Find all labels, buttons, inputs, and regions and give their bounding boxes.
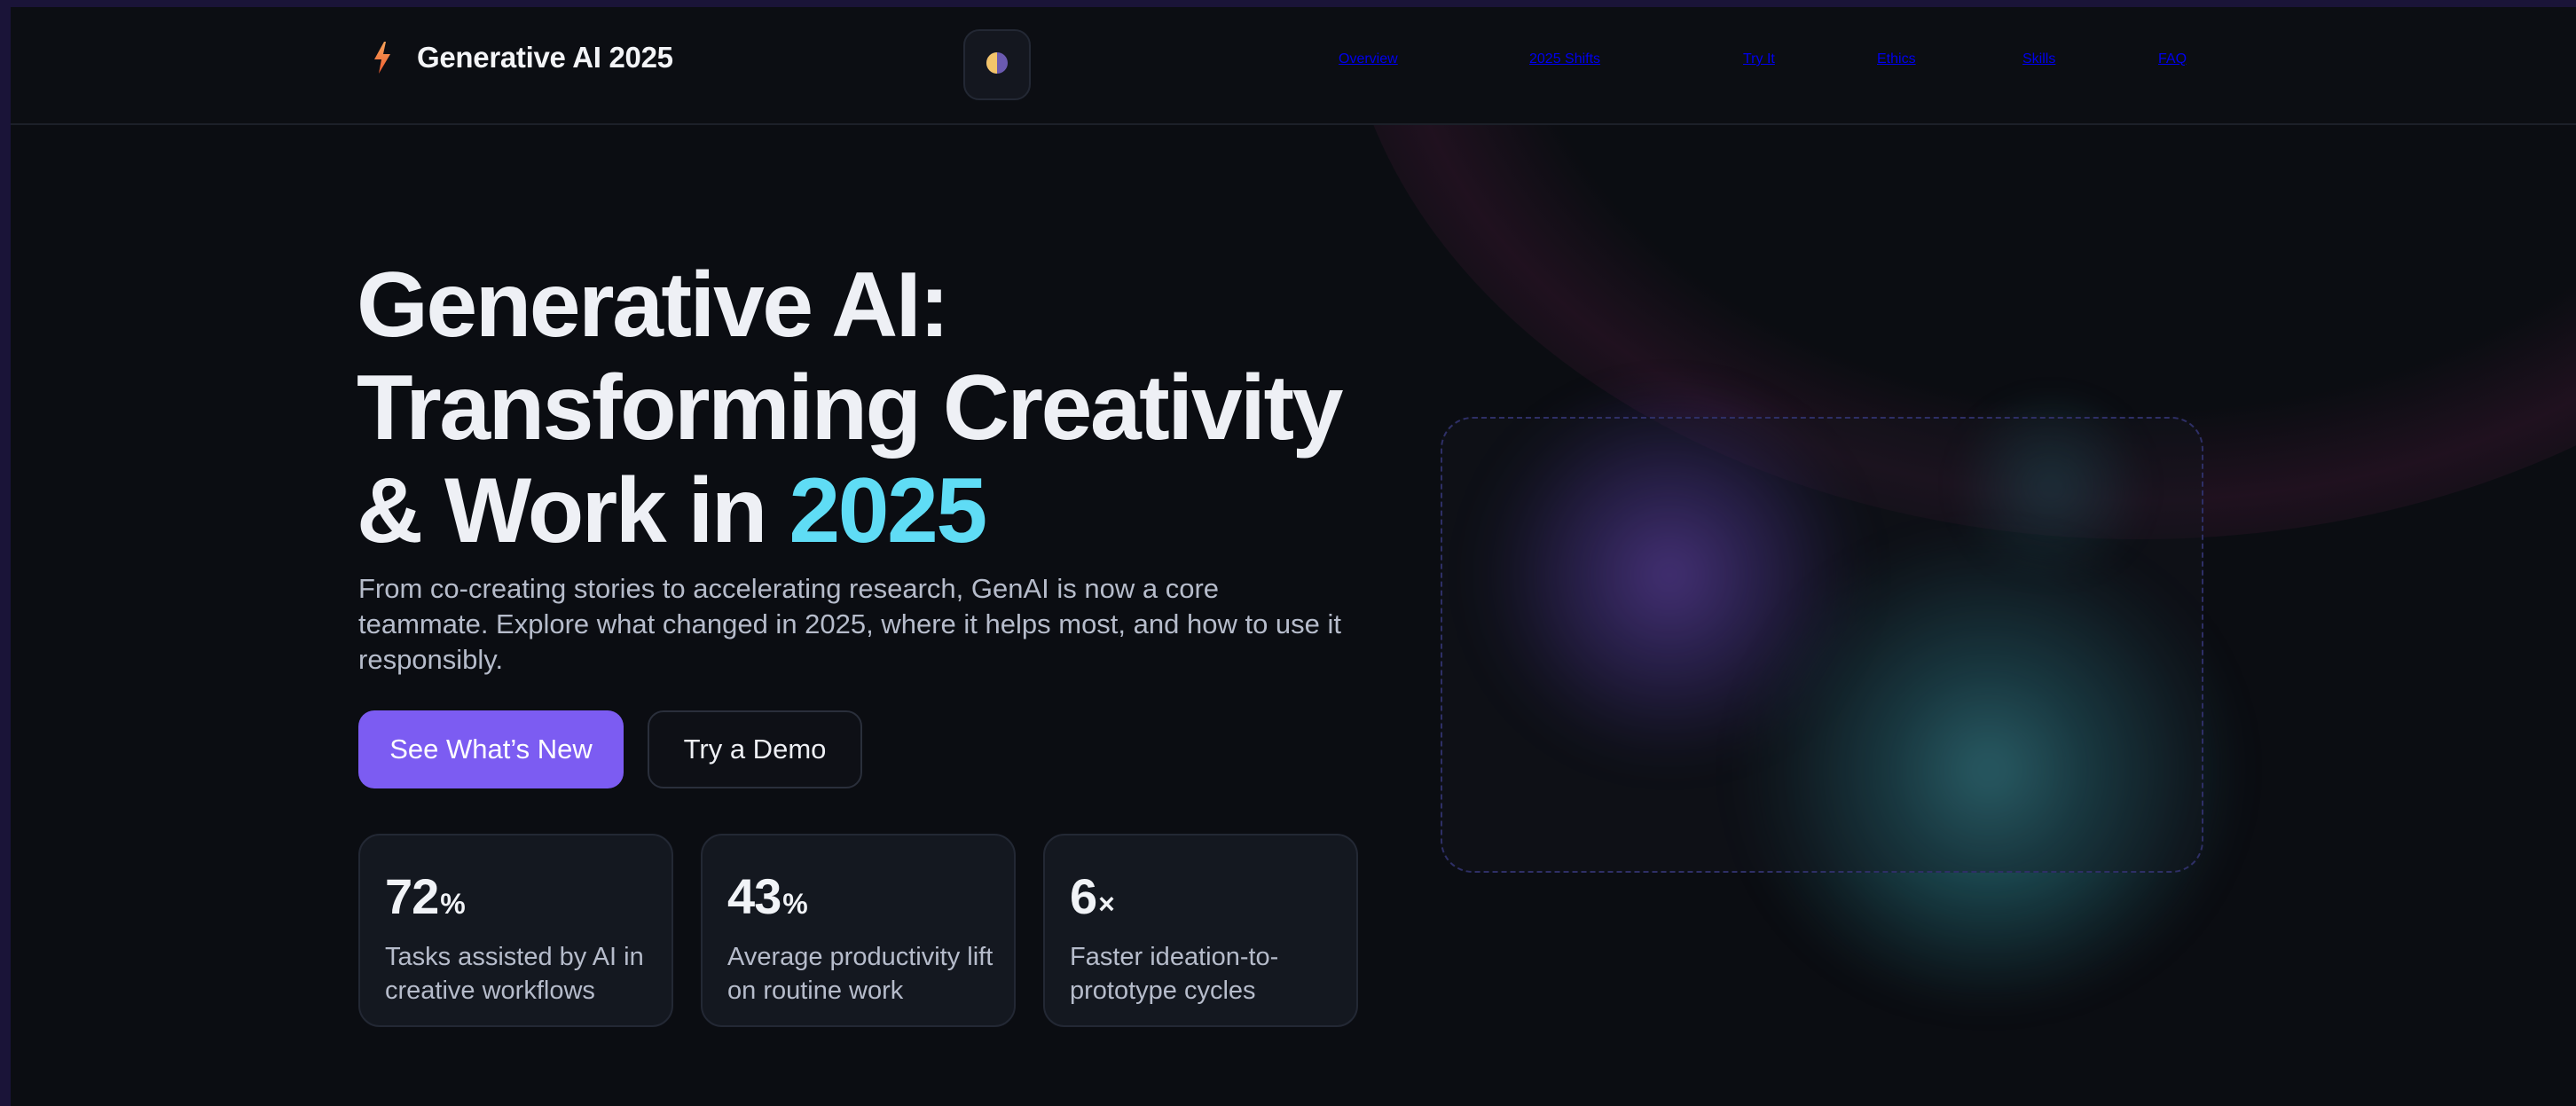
stat-card: 43% Average productivity lift on routine… xyxy=(701,834,1016,1027)
hero-subtitle: From co-creating stories to accelerating… xyxy=(358,573,1342,675)
stat-card: 6× Faster ideation-to-prototype cycles xyxy=(1043,834,1358,1027)
half-moon-icon xyxy=(985,51,1009,80)
stat-value: 72% xyxy=(385,867,466,925)
theme-toggle-button[interactable] xyxy=(963,29,1031,100)
hero-title-line-3: & Work in xyxy=(357,459,789,562)
stat-unit: × xyxy=(1098,888,1115,920)
try-demo-button[interactable]: Try a Demo xyxy=(648,710,862,788)
stat-label: Faster ideation-to-prototype cycles xyxy=(1070,943,1279,1005)
brand-title: Generative AI 2025 xyxy=(417,41,673,74)
stat-label: Tasks assisted by AI in creative workflo… xyxy=(385,943,644,1005)
stat-unit: % xyxy=(782,888,807,920)
stat-card: 72% Tasks assisted by AI in creative wor… xyxy=(358,834,673,1027)
nav-faq[interactable]: FAQ xyxy=(2158,51,2187,67)
nav-try-it[interactable]: Try It xyxy=(1743,51,1775,67)
brand[interactable]: Generative AI 2025 xyxy=(367,41,673,75)
nav-overview[interactable]: Overview xyxy=(1339,51,1398,67)
bolt-icon xyxy=(367,41,397,75)
stat-value: 6× xyxy=(1070,867,1115,925)
hero-visual-panel xyxy=(1441,417,2203,873)
stat-label: Average productivity lift on routine wor… xyxy=(727,943,993,1005)
stat-number: 43 xyxy=(727,868,781,924)
hero-title-line-1: Generative AI: xyxy=(357,254,950,357)
nav-ethics[interactable]: Ethics xyxy=(1877,51,1916,67)
nav-2025-shifts[interactable]: 2025 Shifts xyxy=(1529,51,1600,67)
site-header: Generative AI 2025 Overview 2025 Shifts … xyxy=(11,7,2576,125)
stat-value: 43% xyxy=(727,867,808,925)
hero-title-line-2: Transforming Creativity xyxy=(357,357,1343,459)
hero-title-year: 2025 xyxy=(789,459,987,562)
stat-number: 72 xyxy=(385,868,439,924)
stat-number: 6 xyxy=(1070,868,1097,924)
see-whats-new-button[interactable]: See What’s New xyxy=(358,710,624,788)
stat-unit: % xyxy=(440,888,465,920)
page: Generative AI 2025 Overview 2025 Shifts … xyxy=(11,7,2576,1106)
nav-skills[interactable]: Skills xyxy=(2022,51,2055,67)
hero-title: Generative AI: Transforming Creativity &… xyxy=(357,254,1421,562)
